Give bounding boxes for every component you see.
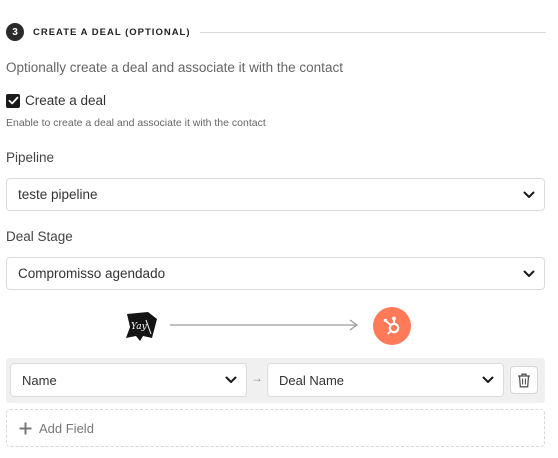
add-field-label: Add Field — [39, 420, 94, 436]
section-header: 3 CREATE A DEAL (OPTIONAL) — [6, 22, 546, 42]
hubspot-logo-icon — [373, 307, 411, 345]
source-field-select[interactable]: Name — [10, 363, 247, 397]
create-deal-checkbox[interactable] — [6, 93, 20, 108]
create-deal-toggle[interactable]: Create a deal — [6, 93, 106, 108]
source-field-value: Name — [22, 372, 57, 388]
pipeline-select[interactable]: teste pipeline — [6, 178, 545, 211]
field-mapping-row: Name → Deal Name — [6, 358, 545, 403]
delete-mapping-button[interactable] — [510, 366, 538, 394]
section-description: Optionally create a deal and associate i… — [6, 60, 343, 75]
svg-text:Yay: Yay — [131, 322, 148, 332]
trash-icon — [518, 373, 530, 387]
create-deal-label[interactable]: Create a deal — [25, 93, 106, 108]
target-field-select[interactable]: Deal Name — [267, 363, 504, 397]
arrow-right-icon — [170, 319, 359, 331]
deal-stage-label: Deal Stage — [6, 229, 73, 244]
chevron-down-icon — [225, 376, 237, 383]
create-deal-hint: Enable to create a deal and associate it… — [6, 117, 266, 129]
deal-stage-selected-value: Compromisso agendado — [18, 266, 166, 281]
deal-stage-select[interactable]: Compromisso agendado — [6, 257, 545, 290]
chevron-down-icon — [523, 270, 535, 277]
chevron-down-icon — [482, 376, 494, 383]
step-number-badge: 3 — [6, 23, 24, 41]
integration-flow: Yay — [120, 306, 420, 346]
yay-forms-logo-icon: Yay — [126, 312, 157, 341]
checkmark-icon — [8, 96, 18, 105]
pipeline-label: Pipeline — [6, 150, 55, 165]
mapping-arrow: → — [251, 371, 263, 385]
section-title: CREATE A DEAL (OPTIONAL) — [33, 26, 191, 38]
chevron-down-icon — [523, 191, 535, 198]
add-field-button[interactable]: Add Field — [6, 409, 545, 447]
pipeline-selected-value: teste pipeline — [18, 187, 98, 202]
section-divider — [199, 31, 546, 33]
plus-icon — [19, 422, 32, 434]
target-field-value: Deal Name — [279, 372, 345, 388]
